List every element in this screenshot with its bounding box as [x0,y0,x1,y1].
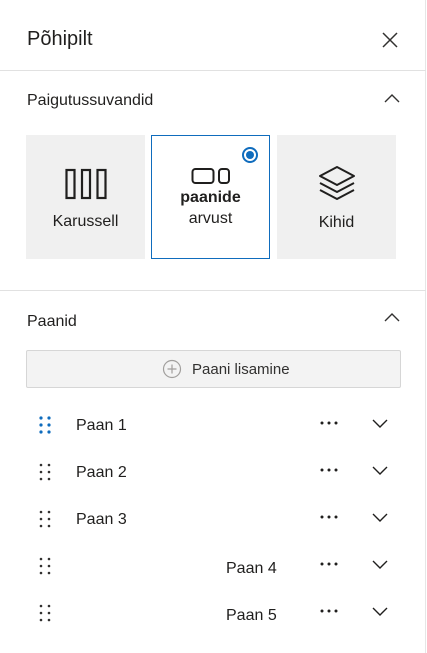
tile-label: Paan 2 [76,464,127,481]
expand-chevron-down-icon[interactable] [371,606,389,618]
add-tile-button[interactable]: Paani lisamine [26,350,401,388]
carousel-icon [64,168,107,200]
tile-list-item: Paan 5 [0,603,426,649]
add-circle-icon [162,359,182,379]
layout-option-tiles[interactable]: paanide arvust [151,135,270,259]
layout-option-label-line1: paanide [180,189,241,206]
drag-handle-icon[interactable] [38,556,52,576]
tile-list-item: Paan 3 [0,509,426,555]
close-icon[interactable] [380,30,400,50]
layout-option-label: Kihid [318,214,355,231]
drag-handle-icon[interactable] [38,415,52,435]
more-options-icon[interactable] [318,556,340,574]
drag-handle-icon[interactable] [38,509,52,529]
expand-chevron-down-icon[interactable] [371,512,389,524]
tile-label: Paan 3 [76,511,127,528]
tile-label: Paan 5 [226,607,277,624]
panel-header: Põhipilt [0,0,426,71]
selected-radio-icon [242,147,258,163]
panel-title: Põhipilt [27,28,93,50]
layers-icon [318,166,355,200]
tile-label: Paan 1 [76,417,127,434]
more-options-icon[interactable] [318,603,340,621]
tile-label: Paan 4 [226,560,277,577]
collapse-layout-chevron-up-icon[interactable] [383,92,401,104]
collapse-tiles-chevron-up-icon[interactable] [383,311,401,323]
layout-option-label-line2: arvust [188,210,233,227]
drag-handle-icon[interactable] [38,462,52,482]
layout-option-layers[interactable]: Kihid [277,135,396,259]
tiles-section-title: Paanid [27,313,77,330]
section-divider [0,290,426,291]
expand-chevron-down-icon[interactable] [371,418,389,430]
layout-option-label: Karussell [52,213,119,230]
more-options-icon[interactable] [318,462,340,480]
tile-list-item: Paan 1 [0,415,426,461]
tile-list-item: Paan 4 [0,556,426,602]
tiles-icon [191,168,230,184]
add-tile-label: Paani lisamine [192,361,290,378]
basic-image-panel: Põhipilt Paigutussuvandid Karussell paan… [0,0,426,653]
drag-handle-icon[interactable] [38,603,52,623]
expand-chevron-down-icon[interactable] [371,465,389,477]
more-options-icon[interactable] [318,509,340,527]
layout-option-carousel[interactable]: Karussell [26,135,145,259]
layout-options-title: Paigutussuvandid [27,92,154,109]
tile-list-item: Paan 2 [0,462,426,508]
more-options-icon[interactable] [318,415,340,433]
expand-chevron-down-icon[interactable] [371,559,389,571]
